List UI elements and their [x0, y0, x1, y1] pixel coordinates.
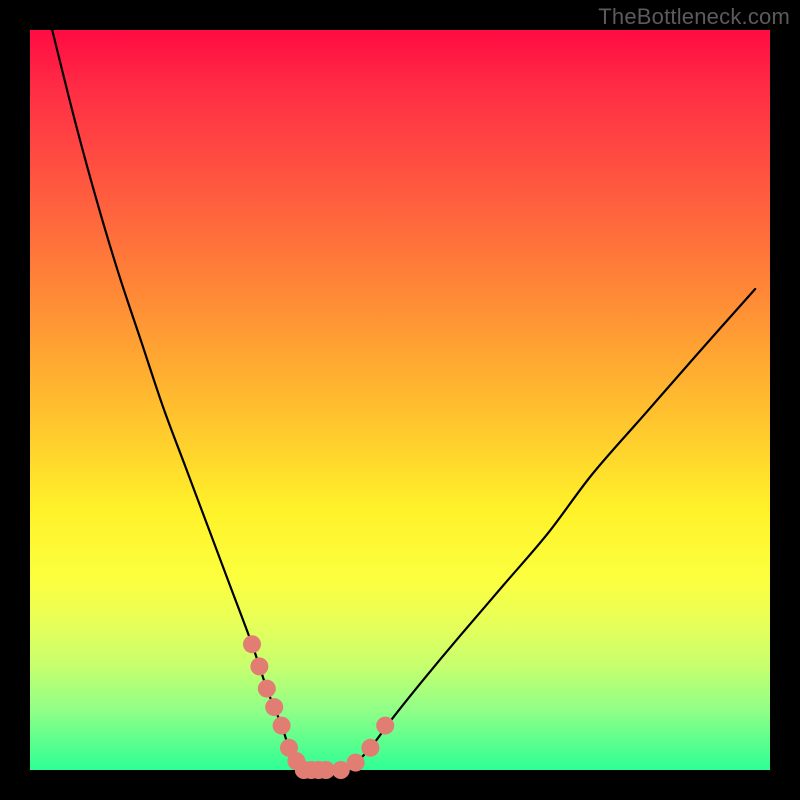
plot-area — [30, 30, 770, 770]
marker-dot — [258, 680, 276, 698]
marker-dot — [250, 657, 268, 675]
marker-dot — [265, 698, 283, 716]
marker-dot — [273, 717, 291, 735]
curve-layer — [30, 30, 770, 770]
marker-dot — [376, 717, 394, 735]
marker-dot — [347, 754, 365, 772]
watermark-label: TheBottleneck.com — [598, 4, 790, 30]
chart-frame: TheBottleneck.com — [0, 0, 800, 800]
marker-dot — [361, 739, 379, 757]
marker-dot — [243, 635, 261, 653]
marker-group — [243, 635, 394, 779]
bottleneck-curve — [52, 30, 755, 771]
